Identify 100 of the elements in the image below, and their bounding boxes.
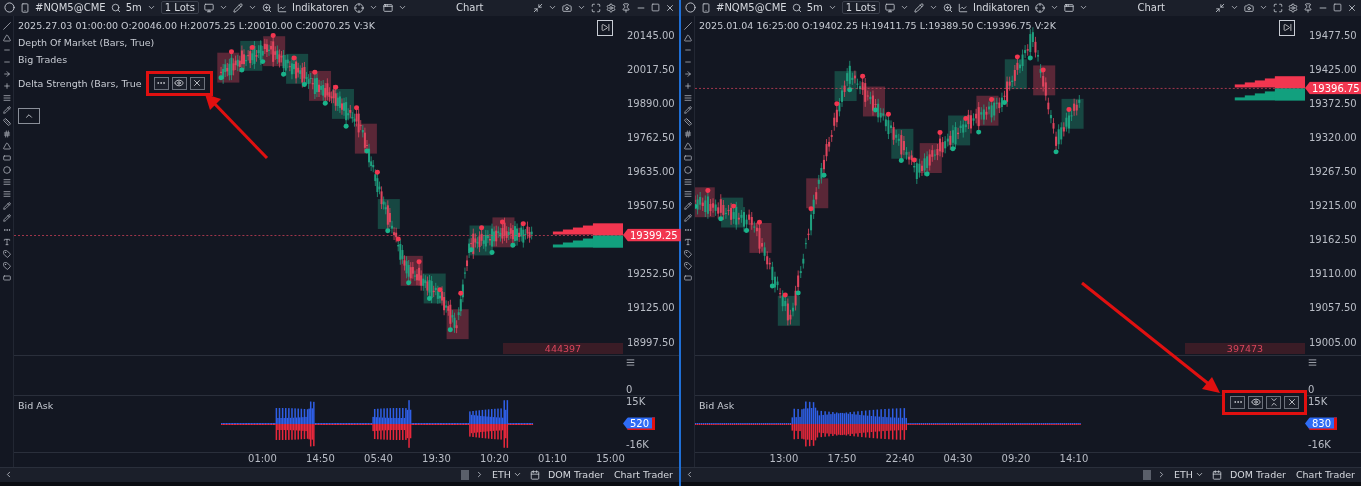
camera-icon[interactable] [1244, 2, 1254, 13]
lines-icon[interactable] [2, 93, 11, 102]
close-icon[interactable] [665, 2, 675, 13]
visibility-button[interactable] [171, 76, 187, 90]
symbol-label[interactable]: #NQM5@CME [35, 2, 106, 14]
arrow-icon[interactable] [2, 69, 11, 78]
circle-icon[interactable] [683, 165, 692, 174]
symbol-label[interactable]: #NQM5@CME [716, 2, 787, 14]
maximize-icon[interactable] [1333, 3, 1342, 13]
logo-icon[interactable] [685, 2, 696, 14]
settings-button[interactable] [153, 76, 169, 90]
maximize-icon[interactable] [651, 3, 660, 13]
pencil-icon[interactable] [683, 105, 692, 114]
handle-icon[interactable] [626, 357, 635, 367]
pencil-icon[interactable] [2, 105, 11, 114]
scrollbar-thumb[interactable] [461, 469, 470, 480]
lines-icon[interactable] [2, 177, 11, 186]
line-icon[interactable] [2, 21, 11, 30]
pencil-icon[interactable] [2, 201, 11, 210]
zoom-icon[interactable] [261, 2, 272, 13]
indicators-button[interactable]: Indikatoren [291, 2, 349, 14]
calendar-icon[interactable] [530, 469, 540, 480]
triangle-icon[interactable] [2, 141, 11, 150]
text-icon[interactable] [683, 237, 692, 246]
timeframe-selector[interactable]: 5m [806, 2, 823, 14]
circle-icon[interactable] [2, 165, 11, 174]
crosshair-icon[interactable] [1034, 2, 1045, 13]
lines-icon[interactable] [683, 189, 692, 198]
fullscreen-icon[interactable] [591, 2, 601, 13]
scroll-to-end-button[interactable] [1279, 19, 1295, 36]
tag-icon[interactable] [683, 249, 692, 258]
grid-icon[interactable] [2, 129, 11, 138]
minimize-arrows-icon[interactable] [533, 2, 543, 13]
lots-field[interactable]: 1 Lots [160, 1, 199, 15]
triangle-icon[interactable] [683, 141, 692, 150]
calendar-icon[interactable] [1212, 469, 1222, 480]
tag-icon[interactable] [683, 261, 692, 270]
line-chart-icon[interactable] [957, 2, 968, 13]
trader-button[interactable]: DOM Trader [1228, 469, 1288, 481]
session-selector[interactable]: ETH [490, 469, 524, 481]
crosshair-icon[interactable] [2, 81, 11, 90]
ruler-icon[interactable] [2, 117, 11, 126]
ruler-icon[interactable] [683, 117, 692, 126]
fullscreen-icon[interactable] [1273, 2, 1283, 13]
line-chart-icon[interactable] [276, 2, 287, 13]
monitor-icon[interactable] [203, 2, 214, 13]
angle-icon[interactable] [683, 33, 692, 42]
text-icon[interactable] [2, 237, 11, 246]
minimize-arrows-icon[interactable] [1215, 2, 1225, 13]
arrow-icon[interactable] [683, 69, 692, 78]
tag-icon[interactable] [2, 261, 11, 270]
pencil-icon[interactable] [232, 2, 243, 13]
pencil-icon[interactable] [683, 213, 692, 222]
line-icon[interactable] [683, 21, 692, 30]
angle-icon[interactable] [2, 33, 11, 42]
camera-icon[interactable] [562, 2, 572, 13]
lines-icon[interactable] [2, 189, 11, 198]
settings-icon[interactable] [1288, 2, 1298, 13]
rectangle-icon[interactable] [683, 153, 692, 162]
settings-icon[interactable] [606, 2, 616, 13]
phone-icon[interactable] [20, 2, 30, 13]
grid-icon[interactable] [683, 129, 692, 138]
close-icon[interactable] [1347, 2, 1357, 13]
pencil-icon[interactable] [683, 201, 692, 210]
logo-icon[interactable] [4, 2, 15, 14]
lines-icon[interactable] [683, 93, 692, 102]
close-button[interactable] [1284, 395, 1299, 409]
visibility-button[interactable] [1248, 395, 1263, 409]
session-selector[interactable]: ETH [1172, 469, 1206, 481]
monitor-icon[interactable] [884, 2, 895, 13]
close-button[interactable] [189, 76, 205, 90]
trader-button[interactable]: Chart Trader [611, 469, 675, 481]
search-icon[interactable] [110, 2, 121, 13]
handle-icon[interactable] [1308, 357, 1317, 367]
window-icon[interactable] [1063, 2, 1074, 13]
rectangle-icon[interactable] [2, 273, 11, 282]
lines-icon[interactable] [683, 177, 692, 186]
scroll-left-icon[interactable] [4, 470, 13, 480]
search-icon[interactable] [791, 2, 802, 13]
pin-icon[interactable] [1303, 2, 1313, 13]
rectangle-icon[interactable] [2, 153, 11, 162]
scroll-left-icon[interactable] [685, 470, 694, 480]
tag-icon[interactable] [2, 249, 11, 258]
trader-button[interactable]: Chart Trader [1293, 469, 1357, 481]
pencil-icon[interactable] [913, 2, 924, 13]
collapse-button[interactable] [18, 107, 40, 124]
collapse-button[interactable] [1266, 395, 1281, 409]
window-icon[interactable] [382, 2, 393, 13]
scroll-to-end-button[interactable] [597, 19, 613, 36]
trader-button[interactable]: DOM Trader [546, 469, 606, 481]
settings-button[interactable] [1230, 395, 1245, 409]
pin-icon[interactable] [621, 2, 631, 13]
crosshair-icon[interactable] [683, 81, 692, 90]
crosshair-icon[interactable] [353, 2, 364, 13]
indicators-button[interactable]: Indikatoren [972, 2, 1030, 14]
pencil-icon[interactable] [2, 213, 11, 222]
phone-icon[interactable] [701, 2, 711, 13]
lots-field[interactable]: 1 Lots [841, 1, 880, 15]
rectangle-icon[interactable] [683, 273, 692, 282]
zoom-icon[interactable] [942, 2, 953, 13]
